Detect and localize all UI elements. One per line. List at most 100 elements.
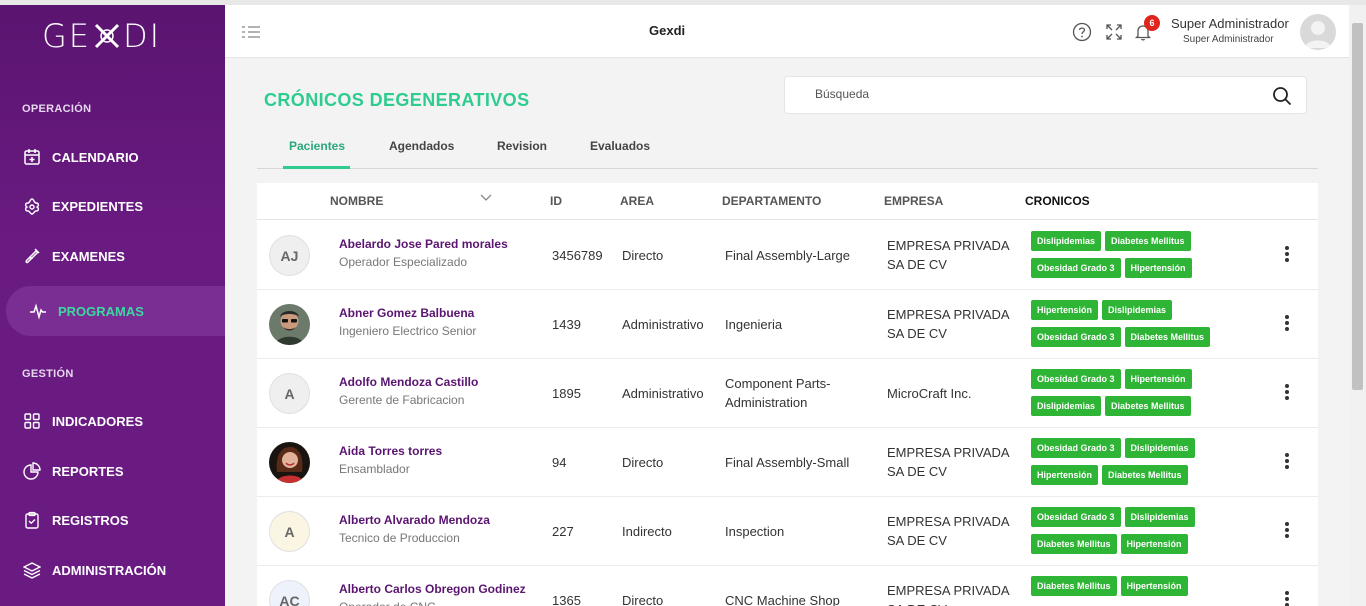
logo-x-mark-icon	[92, 21, 122, 51]
search-box	[784, 76, 1307, 114]
scrollbar-thumb[interactable]	[1352, 23, 1363, 390]
clipboard-check-icon	[22, 510, 42, 530]
column-header-empresa[interactable]: EMPRESA	[884, 194, 943, 208]
sidebar-item-label: EXPEDIENTES	[52, 198, 144, 214]
sidebar-item-registros[interactable]: REGISTROS	[22, 505, 222, 535]
sidebar-item-calendario[interactable]: CALENDARIO	[22, 142, 222, 172]
sidebar-item-programas[interactable]: PROGRAMAS	[6, 286, 225, 336]
chronic-condition-badge: Hipertensión	[1124, 258, 1192, 278]
patient-job-title: Ingeniero Electrico Senior	[339, 324, 477, 338]
sidebar-item-label: EXAMENES	[52, 248, 125, 264]
sidebar-item-administracion[interactable]: ADMINISTRACIÓN	[22, 555, 222, 585]
patient-avatar	[269, 304, 310, 345]
chronic-condition-badge: Hipertensión	[1124, 369, 1192, 389]
sort-chevron-down-icon[interactable]	[480, 191, 492, 206]
patient-company: EMPRESA PRIVADA SA DE CV	[887, 238, 1009, 272]
patient-department: Final Assembly-Large	[725, 248, 850, 263]
chronic-condition-badge: Dislipidemias	[1102, 300, 1173, 320]
column-header-area[interactable]: AREA	[620, 194, 654, 208]
patient-name[interactable]: Alberto Carlos Obregon Godinez	[339, 582, 526, 596]
table-row[interactable]: Aida Torres torres Ensamblador 94 Directo Fi…	[257, 428, 1318, 497]
column-header-departamento[interactable]: DEPARTAMENTO	[722, 194, 821, 208]
patient-company: EMPRESA PRIVADA SA DE CV	[887, 307, 1009, 341]
tab-agendados[interactable]: Agendados	[389, 139, 454, 153]
app-title: Gexdi	[649, 23, 686, 38]
chronic-conditions: Diabetes Mellitus Hipertensión	[1031, 576, 1251, 603]
grid-icon	[22, 411, 42, 431]
table-row[interactable]: Abner Gomez Balbuena Ingeniero Electrico …	[257, 290, 1318, 359]
medical-icon	[22, 196, 42, 216]
sidebar-item-label: ADMINISTRACIÓN	[52, 562, 167, 578]
calendar-icon	[22, 147, 42, 167]
chronic-conditions: Obesidad Grado 3 Dislipidemias Diabetes Me…	[1031, 507, 1251, 561]
table-row[interactable]: A Adolfo Mendoza Castillo Gerente de Fabri…	[257, 359, 1318, 428]
patient-department: Component Parts-Administration	[725, 376, 831, 410]
sidebar-item-label: INDICADORES	[52, 413, 144, 429]
chronic-condition-badge: Diabetes Mellitus	[1102, 465, 1188, 485]
page-scrollbar[interactable]	[1349, 5, 1366, 606]
chronic-condition-badge: Diabetes Mellitus	[1105, 396, 1191, 416]
chronic-condition-badge: Dislipidemias	[1124, 438, 1195, 458]
table-row[interactable]: AJ Abelardo Jose Pared morales Operador Es…	[257, 221, 1318, 290]
row-actions-kebab-icon[interactable]	[1282, 246, 1292, 264]
patient-department: Final Assembly-Small	[725, 455, 850, 470]
pulse-icon	[28, 301, 48, 321]
patient-name[interactable]: Adolfo Mendoza Castillo	[339, 375, 478, 389]
chronic-condition-badge: Diabetes Mellitus	[1031, 576, 1117, 596]
patient-name[interactable]: Alberto Alvarado Mendoza	[339, 513, 490, 527]
chronic-condition-badge: Obesidad Grado 3	[1031, 507, 1121, 527]
row-actions-kebab-icon[interactable]	[1282, 315, 1292, 333]
help-icon[interactable]	[1072, 22, 1092, 42]
chronic-condition-badge: Diabetes Mellitus	[1105, 231, 1191, 251]
section-label-gestion: GESTIÓN	[22, 368, 74, 380]
chronic-conditions: Dislipidemias Diabetes Mellitus Obesidad G…	[1031, 231, 1251, 285]
tab-pacientes[interactable]: Pacientes	[289, 139, 345, 153]
row-actions-kebab-icon[interactable]	[1282, 591, 1292, 606]
patient-avatar: A	[269, 373, 310, 414]
user-name[interactable]: Super Administrador	[1171, 16, 1289, 31]
chronic-condition-badge: Hipertensión	[1031, 300, 1099, 320]
sidebar-item-expedientes[interactable]: EXPEDIENTES	[22, 191, 222, 221]
row-actions-kebab-icon[interactable]	[1282, 522, 1292, 540]
patient-avatar: A	[269, 511, 310, 552]
fullscreen-icon[interactable]	[1104, 22, 1124, 42]
chronic-condition-badge: Hipertensión	[1120, 534, 1188, 554]
patient-avatar: AC	[269, 580, 310, 606]
sidebar-item-label: CALENDARIO	[52, 149, 139, 165]
user-role: Super Administrador	[1183, 34, 1274, 45]
patient-id: 1895	[552, 386, 581, 401]
notification-count-badge: 6	[1144, 15, 1160, 31]
patient-department: CNC Machine Shop	[725, 593, 840, 606]
sidebar-item-examenes[interactable]: EXAMENES	[22, 241, 222, 271]
table-row[interactable]: A Alberto Alvarado Mendoza Tecnico de Prod…	[257, 497, 1318, 566]
patient-name[interactable]: Abelardo Jose Pared morales	[339, 237, 508, 251]
patient-name[interactable]: Aida Torres torres	[339, 444, 442, 458]
column-header-id[interactable]: ID	[550, 194, 562, 208]
patient-avatar: AJ	[269, 235, 310, 276]
sidebar-item-indicadores[interactable]: INDICADORES	[22, 406, 222, 436]
row-actions-kebab-icon[interactable]	[1282, 453, 1292, 471]
chronic-condition-badge: Hipertensión	[1031, 465, 1099, 485]
tab-revision[interactable]: Revision	[497, 139, 547, 153]
page-title: CRÓNICOS DEGENERATIVOS	[264, 90, 530, 110]
sidebar-item-reportes[interactable]: REPORTES	[22, 456, 222, 486]
search-input[interactable]	[815, 87, 1255, 101]
search-icon[interactable]	[1272, 86, 1292, 106]
patient-id: 1365	[552, 593, 581, 606]
patient-id: 3456789	[552, 248, 603, 263]
sidebar-item-label: PROGRAMAS	[58, 303, 144, 319]
chronic-conditions: Obesidad Grado 3 Hipertensión Dislipidemia…	[1031, 369, 1251, 423]
gexdi-logo[interactable]: GE DI	[42, 17, 161, 55]
user-avatar[interactable]	[1300, 14, 1336, 50]
row-actions-kebab-icon[interactable]	[1282, 384, 1292, 402]
test-tube-icon	[22, 246, 42, 266]
chronic-conditions: Obesidad Grado 3 Dislipidemias Hipertensió…	[1031, 438, 1251, 492]
table-row[interactable]: AC Alberto Carlos Obregon Godinez Operador…	[257, 566, 1318, 606]
column-header-nombre[interactable]: NOMBRE	[330, 194, 383, 208]
tab-evaluados[interactable]: Evaluados	[590, 139, 650, 153]
patient-name[interactable]: Abner Gomez Balbuena	[339, 306, 474, 320]
column-header-cronicos[interactable]: CRONICOS	[1025, 194, 1090, 208]
menu-toggle-icon[interactable]	[241, 25, 261, 39]
chronic-condition-badge: Obesidad Grado 3	[1031, 438, 1121, 458]
chronic-condition-badge: Dislipidemias	[1031, 231, 1102, 251]
